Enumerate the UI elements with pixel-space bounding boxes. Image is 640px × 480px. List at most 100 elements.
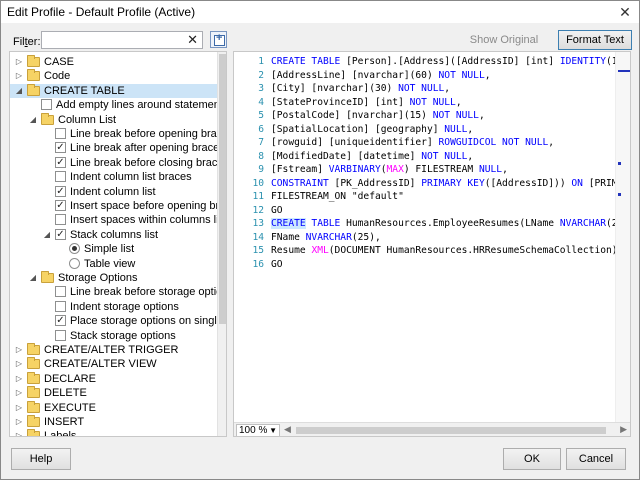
tree-scrollbar-thumb[interactable] xyxy=(219,54,226,324)
option-checkbox[interactable] xyxy=(55,128,66,139)
scroll-right-icon[interactable]: ▶ xyxy=(620,424,627,435)
collapsed-arrow-icon[interactable]: ▷ xyxy=(14,401,24,415)
format-text-button[interactable]: Format Text xyxy=(558,30,632,50)
zoom-select[interactable]: 100 % ▼ xyxy=(236,424,280,436)
expanded-arrow-icon[interactable]: ◢ xyxy=(14,84,24,98)
option-radio[interactable] xyxy=(69,257,80,269)
tree-scrollbar[interactable] xyxy=(217,52,226,436)
ok-button[interactable]: OK xyxy=(503,448,561,470)
tree-item[interactable]: ▷ EXECUTE xyxy=(10,400,217,415)
tree-item[interactable]: Indent column list braces xyxy=(10,170,217,184)
expanded-arrow-icon[interactable]: ◢ xyxy=(28,113,38,127)
tree-item[interactable]: Stack storage options xyxy=(10,329,217,343)
option-checkbox[interactable]: ✓ xyxy=(55,142,66,154)
code-token: [Fstream] xyxy=(271,164,329,175)
tree-item[interactable]: ✓ Place storage options on single line xyxy=(10,314,226,328)
tree-item[interactable]: ◢ Column List xyxy=(10,112,217,127)
option-checkbox[interactable] xyxy=(55,329,66,341)
collapsed-arrow-icon[interactable]: ▷ xyxy=(14,429,24,436)
collapsed-arrow-icon[interactable]: ▷ xyxy=(14,386,24,400)
window-title: Edit Profile - Default Profile (Active) xyxy=(7,5,196,19)
tree-item[interactable]: ▷ DELETE xyxy=(10,386,217,400)
option-checkbox[interactable]: ✓ xyxy=(55,185,66,197)
show-original-sample-button[interactable]: Show Original Sample xyxy=(457,31,551,64)
line-number: 12 xyxy=(252,204,264,216)
option-checkbox[interactable] xyxy=(55,300,66,312)
scroll-marker xyxy=(618,193,621,196)
clear-filter-icon[interactable]: ✕ xyxy=(187,32,198,48)
code-text: [SpatialLocation] [geography] NULL, xyxy=(271,123,473,137)
tree-item-label: Column List xyxy=(58,113,117,126)
expanded-arrow-icon[interactable]: ◢ xyxy=(42,228,52,242)
option-checkbox[interactable] xyxy=(41,99,52,111)
cancel-button[interactable]: Cancel xyxy=(566,448,626,470)
option-checkbox[interactable]: ✓ xyxy=(55,200,66,211)
folder-icon xyxy=(27,69,40,82)
tree-item-label: Indent storage options xyxy=(70,300,179,313)
tree-item[interactable]: ▷ Code xyxy=(10,69,217,83)
filter-input[interactable] xyxy=(42,32,182,48)
code-token: , xyxy=(478,110,485,121)
tree-item[interactable]: ✓ Insert space before opening brace xyxy=(10,199,226,213)
option-checkbox[interactable] xyxy=(55,286,66,298)
tree-item[interactable]: Simple list xyxy=(10,242,217,256)
tree-item[interactable]: Line break before opening brace xyxy=(10,127,226,141)
scroll-marker xyxy=(618,162,621,165)
tree-item[interactable]: Insert spaces within columns list braces xyxy=(10,213,226,227)
tree-item[interactable]: Indent storage options xyxy=(10,300,217,314)
tree-item[interactable]: Add empty lines around statement xyxy=(10,98,223,112)
tree-item[interactable]: ▷ CASE xyxy=(10,55,217,69)
code-token: [ModifiedDate] [datetime] xyxy=(271,150,422,162)
filter-options-icon[interactable] xyxy=(210,31,227,48)
collapsed-arrow-icon[interactable]: ▷ xyxy=(14,372,24,386)
tree-item-label: Stack storage options xyxy=(70,329,176,342)
editor-vertical-scrollbar[interactable] xyxy=(615,52,630,422)
option-radio[interactable] xyxy=(69,243,80,255)
horizontal-scrollbar-thumb[interactable] xyxy=(296,427,606,434)
collapsed-arrow-icon[interactable]: ▷ xyxy=(14,343,24,357)
edit-profile-dialog: Edit Profile - Default Profile (Active) … xyxy=(0,0,640,480)
tree-item[interactable]: ◢ ✓ Stack columns list xyxy=(10,228,217,242)
collapsed-arrow-icon[interactable]: ▷ xyxy=(14,357,24,371)
option-checkbox[interactable]: ✓ xyxy=(55,156,66,168)
collapsed-arrow-icon[interactable]: ▷ xyxy=(14,415,24,429)
option-checkbox[interactable] xyxy=(55,171,66,183)
option-checkbox[interactable]: ✓ xyxy=(55,315,66,327)
tree-item[interactable]: ✓ Indent column list xyxy=(10,185,217,199)
tree-item[interactable]: ▷ CREATE/ALTER VIEW xyxy=(10,357,217,371)
filter-input-box[interactable]: ✕ xyxy=(41,31,203,49)
line-number: 16 xyxy=(252,258,264,270)
tree-item[interactable]: ◢ Storage Options xyxy=(10,271,217,285)
expanded-arrow-icon[interactable]: ◢ xyxy=(28,271,38,285)
option-checkbox[interactable] xyxy=(55,214,66,226)
code-text: CREATE TABLE HumanResources.EmployeeResu… xyxy=(271,217,618,231)
tree-item[interactable]: Table view xyxy=(10,257,217,271)
tree-item[interactable]: ▷ Labels xyxy=(10,429,217,436)
close-icon[interactable]: ✕ xyxy=(617,4,633,20)
folder-icon xyxy=(27,55,40,67)
tree-item[interactable]: ✓ Line break after opening brace xyxy=(10,141,219,155)
tree-item-label: Code xyxy=(44,70,71,83)
tree-item-label: Place storage options on single line xyxy=(70,315,227,328)
tree-item[interactable]: ▷ CREATE/ALTER TRIGGER xyxy=(10,343,217,357)
code-token: NOT NULL xyxy=(438,69,485,81)
tree-item[interactable]: ◢ CREATE TABLE xyxy=(10,83,217,98)
tree-item[interactable]: ▷ DECLARE xyxy=(10,371,217,386)
line-number: 13 xyxy=(252,218,264,229)
code-preview-editor[interactable]: 1 CREATE TABLE [Person].[Address]([Addres… xyxy=(233,51,631,437)
tree-item[interactable]: Line break before storage options xyxy=(10,285,226,299)
editor-horizontal-scrollbar[interactable]: ◀ ▶ xyxy=(284,424,629,436)
code-token: [rowguid] [uniqueidentifier] xyxy=(271,137,439,148)
collapsed-arrow-icon[interactable]: ▷ xyxy=(14,69,24,83)
tree-item[interactable]: ▷ INSERT xyxy=(10,415,217,429)
code-token: NULL xyxy=(444,123,468,135)
collapsed-arrow-icon[interactable]: ▷ xyxy=(14,55,24,69)
scroll-left-icon[interactable]: ◀ xyxy=(284,424,291,435)
line-number: 1 xyxy=(258,56,264,67)
help-button[interactable]: Help xyxy=(11,448,71,470)
tree-item[interactable]: ✓ Line break before closing brace xyxy=(10,156,223,170)
code-token: ) FILESTREAM xyxy=(403,164,479,175)
code-text: Resume XML(DOCUMENT HumanResources.HRRes… xyxy=(271,244,618,258)
option-checkbox[interactable]: ✓ xyxy=(55,228,66,240)
code-token: NOT NULL xyxy=(432,110,479,121)
